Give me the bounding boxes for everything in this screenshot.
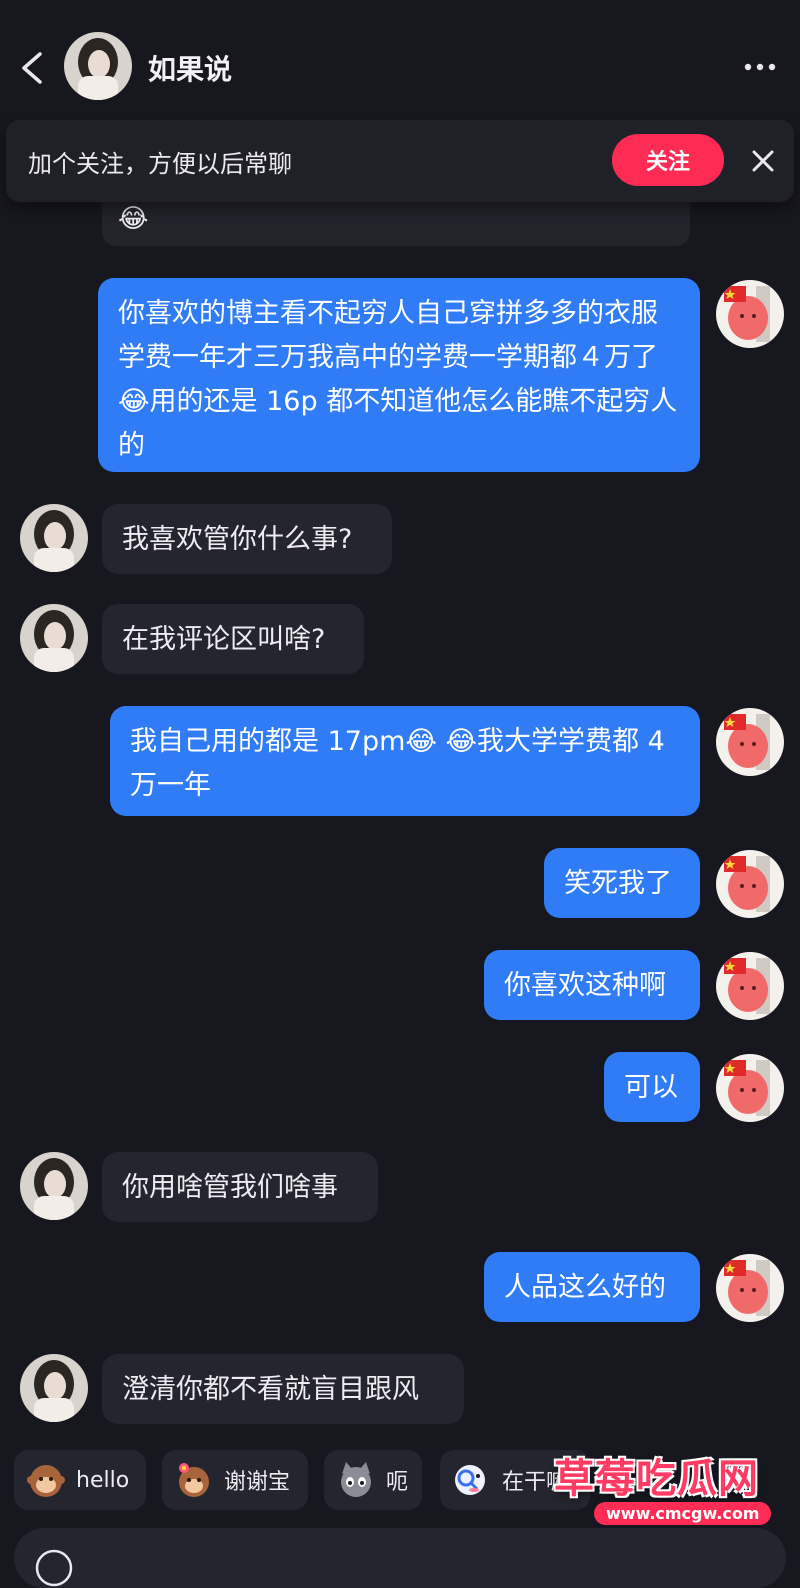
my-avatar[interactable] bbox=[716, 1254, 784, 1322]
contact-avatar[interactable] bbox=[20, 1354, 88, 1422]
my-avatar[interactable] bbox=[716, 708, 784, 776]
incoming-message[interactable]: 我喜欢管你什么事? bbox=[102, 504, 392, 574]
incoming-message[interactable]: 在我评论区叫啥? bbox=[102, 604, 364, 674]
message-text: 澄清你都不看就盲目跟风 bbox=[122, 1374, 419, 1405]
my-avatar[interactable] bbox=[716, 280, 784, 348]
more-options-icon[interactable] bbox=[740, 52, 780, 82]
message-text: 可以 bbox=[624, 1072, 678, 1103]
contact-avatar[interactable] bbox=[64, 32, 132, 100]
message-text: 我喜欢管你什么事? bbox=[122, 524, 353, 555]
cat-icon bbox=[341, 1462, 371, 1497]
incoming-message[interactable]: 澄清你都不看就盲目跟风 bbox=[102, 1354, 464, 1424]
message-text: 😂 bbox=[118, 204, 149, 234]
monkey-icon bbox=[27, 1465, 65, 1497]
message-text: 在我评论区叫啥? bbox=[122, 624, 326, 655]
quick-reply-label: 呃 bbox=[386, 1470, 409, 1495]
outgoing-message[interactable]: 笑死我了 bbox=[544, 848, 700, 918]
contact-avatar[interactable] bbox=[20, 1152, 88, 1220]
back-arrow-icon[interactable] bbox=[18, 50, 46, 86]
follow-prompt-text: 加个关注，方便以后常聊 bbox=[28, 150, 292, 178]
outgoing-message[interactable]: 可以 bbox=[604, 1052, 700, 1122]
message-text: 我自己用的都是 17pm😂 😂我大学学费都 4万一年 bbox=[130, 726, 665, 801]
outgoing-message[interactable]: 我自己用的都是 17pm😂 😂我大学学费都 4万一年 bbox=[110, 706, 700, 816]
outgoing-message[interactable]: 你喜欢这种啊 bbox=[484, 950, 700, 1020]
outgoing-message[interactable]: 人品这么好的 bbox=[484, 1252, 700, 1322]
quick-reply-label: hello bbox=[76, 1467, 130, 1493]
contact-avatar[interactable] bbox=[20, 604, 88, 672]
my-avatar[interactable] bbox=[716, 952, 784, 1020]
watermark-title: 草莓吃瓜网 bbox=[554, 1456, 759, 1502]
message-text: 你喜欢的博主看不起穷人自己穿拼多多的衣服学费一年才三万我高中的学费一学期都４万了… bbox=[118, 298, 678, 461]
site-watermark: 草莓吃瓜网 www.cmcgw.com bbox=[548, 1440, 798, 1540]
follow-banner: 加个关注，方便以后常聊 关注 bbox=[6, 120, 794, 202]
quick-reply-thanks[interactable]: 谢谢宝 bbox=[162, 1450, 308, 1510]
message-text: 笑死我了 bbox=[564, 868, 672, 899]
incoming-message[interactable]: 你用啥管我们啥事 bbox=[102, 1152, 378, 1222]
contact-name: 如果说 bbox=[148, 53, 233, 86]
close-icon[interactable] bbox=[746, 144, 780, 178]
magnifier-face-icon bbox=[455, 1465, 485, 1495]
my-avatar[interactable] bbox=[716, 850, 784, 918]
watermark-url: www.cmcgw.com bbox=[594, 1502, 772, 1525]
monkey-flower-icon bbox=[179, 1463, 209, 1497]
chat-header: 如果说 bbox=[0, 0, 800, 118]
follow-button[interactable]: 关注 bbox=[612, 134, 724, 186]
message-text: 你喜欢这种啊 bbox=[504, 970, 666, 1001]
voice-icon[interactable] bbox=[34, 1548, 74, 1588]
quick-reply-label: 谢谢宝 bbox=[224, 1470, 291, 1495]
message-text: 人品这么好的 bbox=[504, 1272, 666, 1303]
contact-avatar[interactable] bbox=[20, 504, 88, 572]
quick-reply-hello[interactable]: hello bbox=[14, 1450, 146, 1510]
outgoing-message[interactable]: 你喜欢的博主看不起穷人自己穿拼多多的衣服学费一年才三万我高中的学费一学期都４万了… bbox=[98, 278, 700, 472]
my-avatar[interactable] bbox=[716, 1054, 784, 1122]
message-text: 你用啥管我们啥事 bbox=[122, 1172, 338, 1203]
quick-reply-uh[interactable]: 呃 bbox=[324, 1450, 422, 1510]
